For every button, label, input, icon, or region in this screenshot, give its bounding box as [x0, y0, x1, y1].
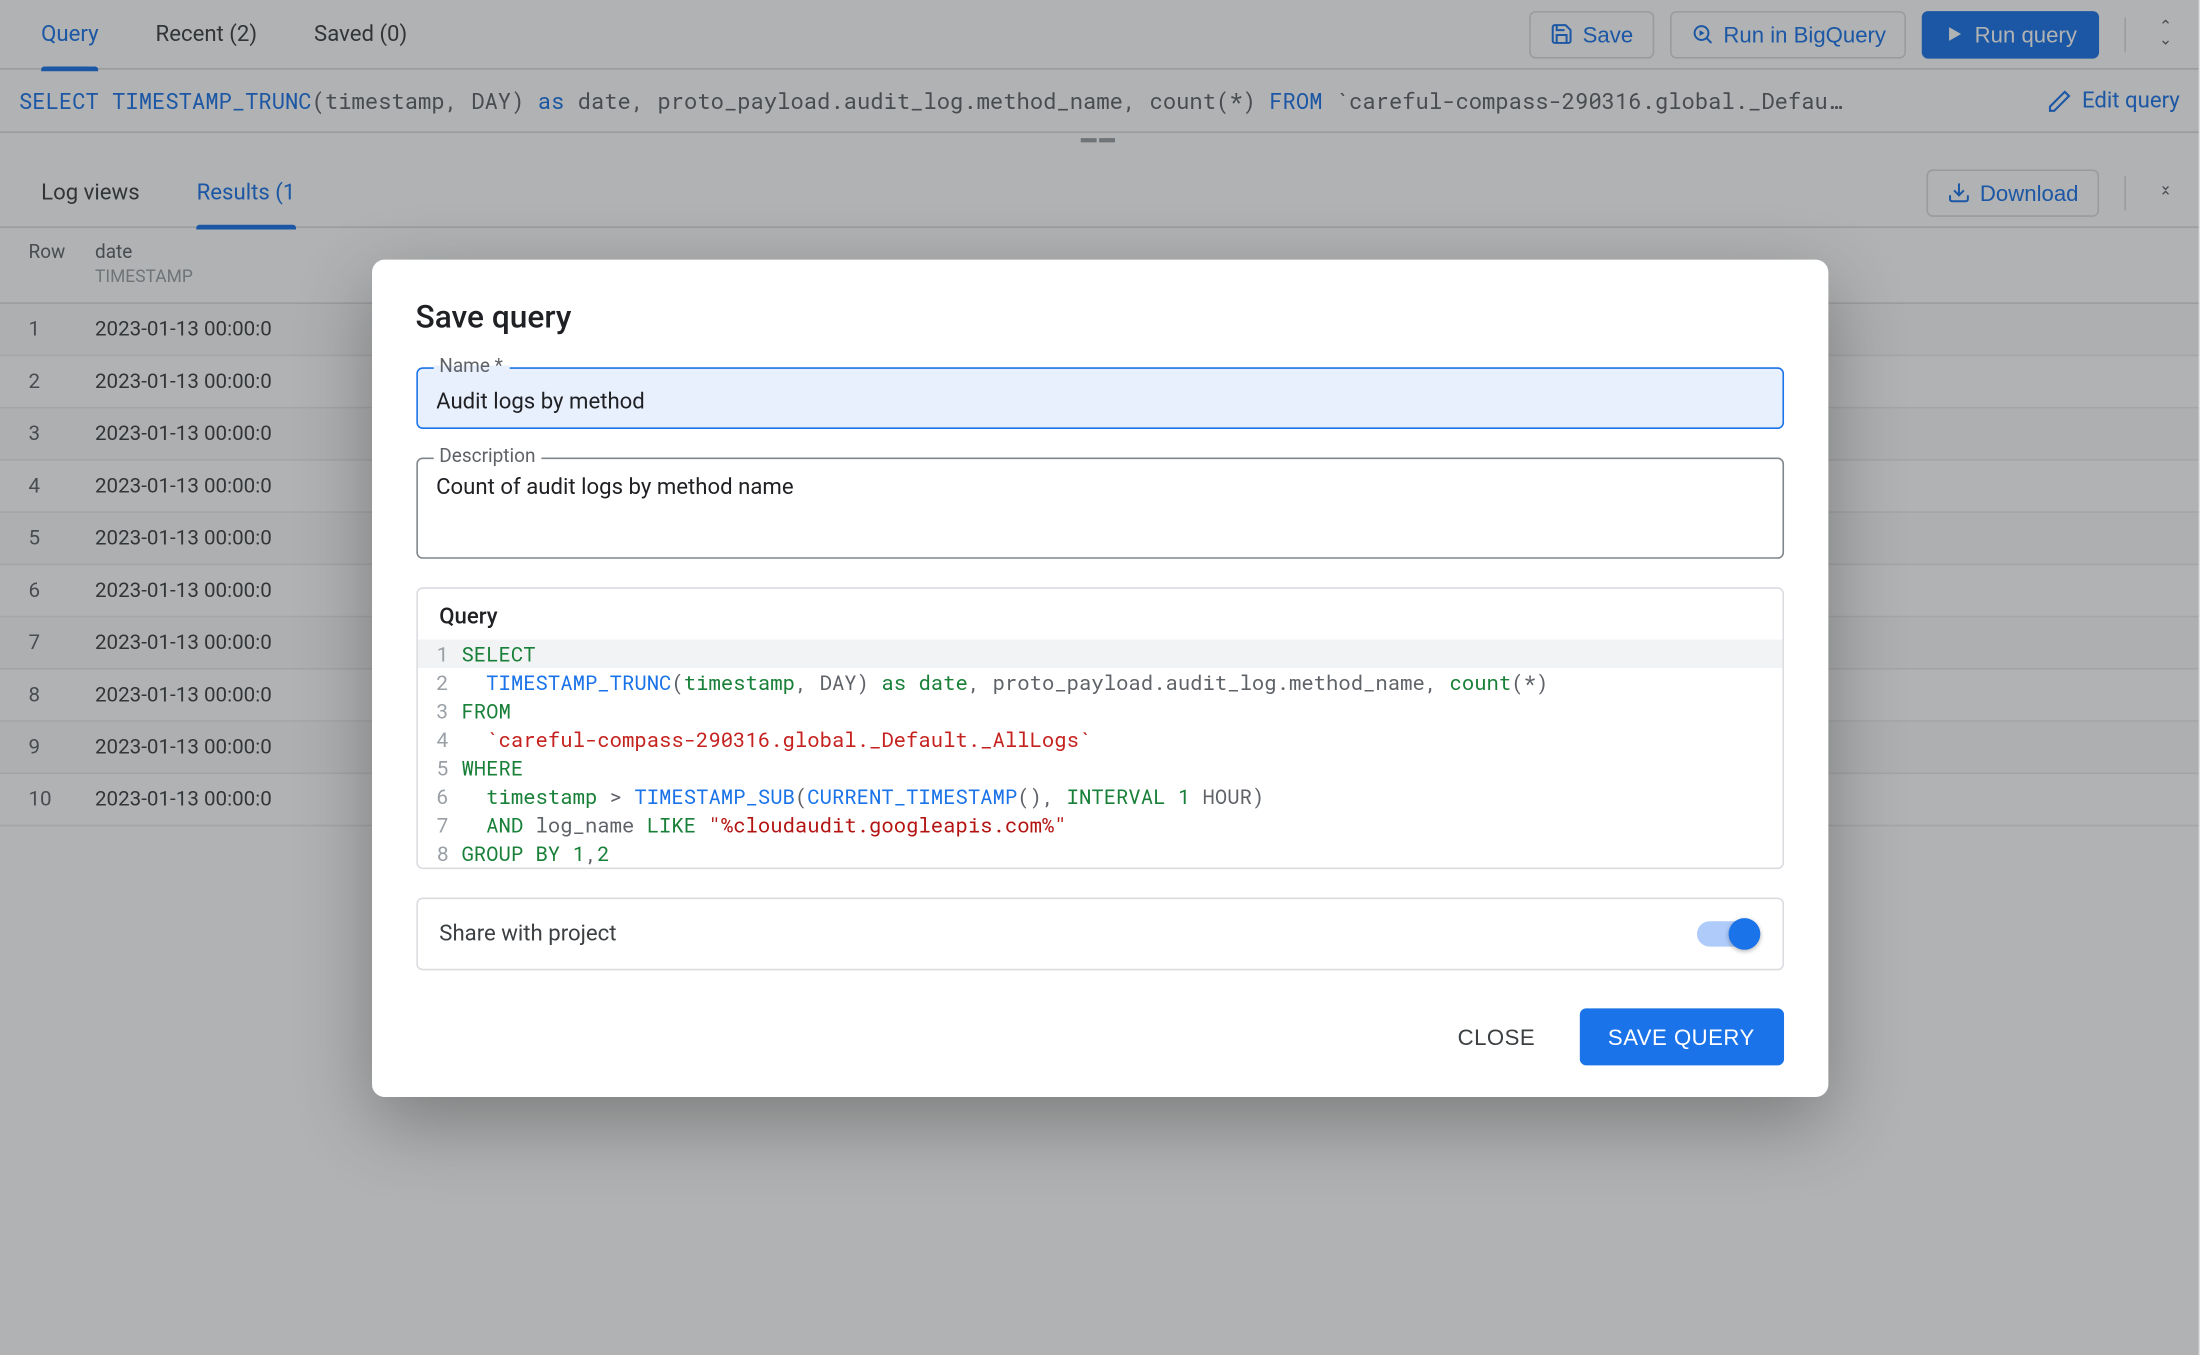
line-content: AND log_name LIKE "%cloudaudit.googleapi… — [461, 810, 1781, 838]
description-field-label: Description — [433, 444, 542, 466]
dialog-title: Save query — [416, 297, 1784, 335]
line-content: SELECT — [461, 639, 1781, 667]
name-field-label: Name * — [433, 354, 509, 376]
description-input[interactable]: Count of audit logs by method name — [436, 474, 1763, 537]
dialog-actions: CLOSE SAVE QUERY — [416, 1008, 1784, 1065]
line-content: timestamp > TIMESTAMP_SUB(CURRENT_TIMEST… — [461, 781, 1781, 809]
line-content: TIMESTAMP_TRUNC(timestamp, DAY) as date,… — [461, 667, 1781, 695]
code-line: 2 TIMESTAMP_TRUNC(timestamp, DAY) as dat… — [417, 667, 1782, 695]
line-content: WHERE — [461, 753, 1781, 781]
line-number: 6 — [417, 781, 461, 809]
save-query-button[interactable]: SAVE QUERY — [1579, 1008, 1783, 1065]
save-query-dialog: Save query Name * Description Count of a… — [371, 259, 1827, 1096]
query-preview-box: Query 1SELECT2 TIMESTAMP_TRUNC(timestamp… — [416, 587, 1784, 869]
code-line: 8GROUP BY 1,2 — [417, 838, 1782, 866]
line-number: 3 — [417, 696, 461, 724]
line-number: 1 — [417, 639, 461, 667]
share-with-project-row: Share with project — [416, 897, 1784, 970]
line-number: 4 — [417, 724, 461, 752]
close-button[interactable]: CLOSE — [1435, 1008, 1557, 1065]
line-number: 5 — [417, 753, 461, 781]
line-content: GROUP BY 1,2 — [461, 838, 1781, 866]
query-preview-header: Query — [417, 588, 1782, 639]
code-line: 4 `careful-compass-290316.global._Defaul… — [417, 724, 1782, 752]
code-line: 5WHERE — [417, 753, 1782, 781]
code-line: 1SELECT — [417, 639, 1782, 667]
line-number: 2 — [417, 667, 461, 695]
query-code-area[interactable]: 1SELECT2 TIMESTAMP_TRUNC(timestamp, DAY)… — [417, 639, 1782, 867]
code-line: 6 timestamp > TIMESTAMP_SUB(CURRENT_TIME… — [417, 781, 1782, 809]
name-input[interactable] — [436, 389, 1763, 414]
code-line: 7 AND log_name LIKE "%cloudaudit.googlea… — [417, 810, 1782, 838]
line-number: 7 — [417, 810, 461, 838]
modal-overlay: Save query Name * Description Count of a… — [0, 0, 2199, 1355]
share-with-project-toggle[interactable] — [1696, 917, 1759, 949]
code-line: 3FROM — [417, 696, 1782, 724]
share-with-project-label: Share with project — [439, 921, 616, 946]
description-field[interactable]: Description Count of audit logs by metho… — [416, 457, 1784, 558]
line-content: `careful-compass-290316.global._Default.… — [461, 724, 1781, 752]
line-content: FROM — [461, 696, 1781, 724]
toggle-knob — [1728, 917, 1760, 949]
name-field[interactable]: Name * — [416, 366, 1784, 428]
line-number: 8 — [417, 838, 461, 866]
